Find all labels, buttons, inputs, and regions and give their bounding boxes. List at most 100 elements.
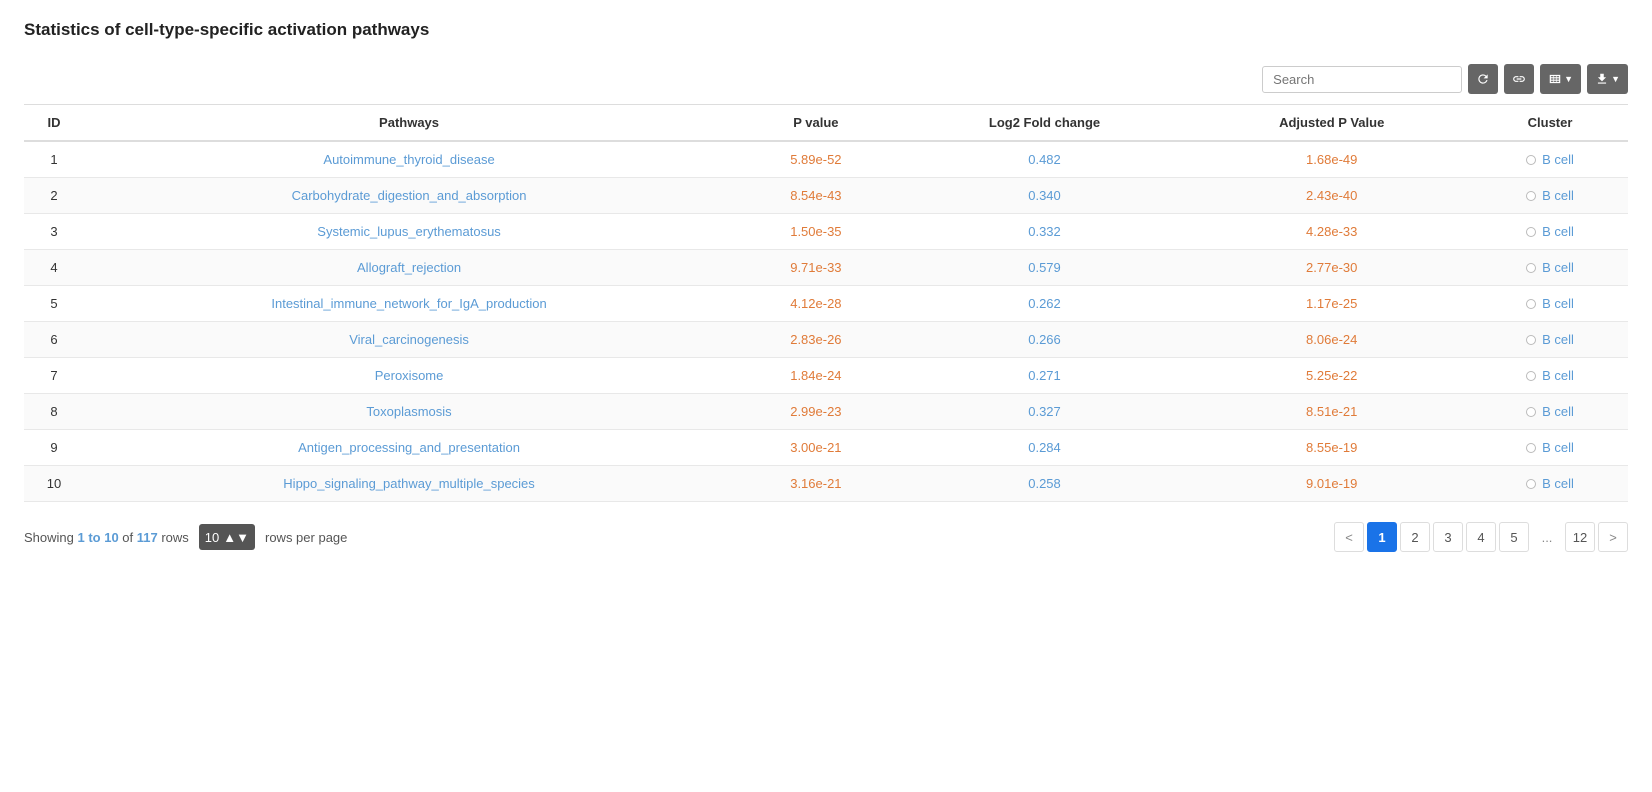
rows-per-page-label: rows per page [265,530,347,545]
cell-pvalue: 3.00e-21 [734,430,898,466]
pagination-ellipsis: ... [1532,522,1562,552]
cell-adjpvalue: 1.68e-49 [1191,141,1472,178]
cluster-label: B cell [1542,368,1574,383]
cell-pathway[interactable]: Hippo_signaling_pathway_multiple_species [84,466,734,502]
showing-text: Showing 1 to 10 of 117 rows [24,530,189,545]
table-row: 1 Autoimmune_thyroid_disease 5.89e-520.482… [24,141,1628,178]
cluster-label: B cell [1542,440,1574,455]
toolbar: ▼ ▼ [24,64,1628,94]
cell-adjpvalue: 2.43e-40 [1191,178,1472,214]
cell-pathway[interactable]: Systemic_lupus_erythematosus [84,214,734,250]
pathway-link[interactable]: Antigen_processing_and_presentation [298,440,520,455]
pagination-page-12[interactable]: 12 [1565,522,1595,552]
showing-total: 117 [137,530,158,545]
pathway-link[interactable]: Carbohydrate_digestion_and_absorption [292,188,527,203]
cell-cluster: B cell [1472,178,1628,214]
showing-range: 1 to 10 [77,530,118,545]
table-row: 2Carbohydrate_digestion_and_absorption8.… [24,178,1628,214]
col-header-pvalue: P value [734,105,898,142]
cluster-circle-icon [1526,155,1536,165]
cluster-label: B cell [1542,152,1574,167]
cell-log2fc: 0.340 [898,178,1192,214]
cell-cluster: B cell [1472,214,1628,250]
pathway-link[interactable]: Autoimmune_thyroid_disease [323,152,494,167]
cell-pvalue: 4.12e-28 [734,286,898,322]
cell-log2fc: 0.258 [898,466,1192,502]
cell-id: 2 [24,178,84,214]
footer-left: Showing 1 to 10 of 117 rows 10 ▲▼ rows p… [24,524,347,550]
table-header-row: ID Pathways P value Log2 Fold change Adj… [24,105,1628,142]
download-chevron: ▼ [1611,74,1620,84]
cluster-circle-icon [1526,479,1536,489]
cell-pathway[interactable]: Viral_carcinogenesis [84,322,734,358]
cell-cluster: B cell [1472,250,1628,286]
cluster-label: B cell [1542,224,1574,239]
refresh-button[interactable] [1468,64,1498,94]
pagination-page-2[interactable]: 2 [1400,522,1430,552]
cell-log2fc: 0.579 [898,250,1192,286]
cell-adjpvalue: 5.25e-22 [1191,358,1472,394]
cell-pvalue: 5.89e-52 [734,141,898,178]
pagination-page-1[interactable]: 1 [1367,522,1397,552]
cell-adjpvalue: 8.06e-24 [1191,322,1472,358]
cell-adjpvalue: 2.77e-30 [1191,250,1472,286]
pathway-link[interactable]: Systemic_lupus_erythematosus [317,224,501,239]
cluster-label: B cell [1542,332,1574,347]
pagination-next[interactable]: > [1598,522,1628,552]
cluster-label: B cell [1542,476,1574,491]
cell-id: 8 [24,394,84,430]
cell-pathway[interactable]: Autoimmune_thyroid_disease [84,141,734,178]
cell-id: 3 [24,214,84,250]
cell-id: 1 [24,141,84,178]
cell-pathway[interactable]: Antigen_processing_and_presentation [84,430,734,466]
pathway-link[interactable]: Hippo_signaling_pathway_multiple_species [283,476,535,491]
cell-id: 5 [24,286,84,322]
cell-cluster: B cell [1472,141,1628,178]
cell-cluster: B cell [1472,286,1628,322]
pagination: < 1 2 3 4 5 ... 12 > [1334,522,1628,552]
table-row: 5 Intestinal_immune_network_for_IgA_produ… [24,286,1628,322]
cell-log2fc: 0.332 [898,214,1192,250]
pagination-page-4[interactable]: 4 [1466,522,1496,552]
pathway-link[interactable]: Allograft_rejection [357,260,461,275]
pathway-link[interactable]: Viral_carcinogenesis [349,332,469,347]
cell-pathway[interactable]: Allograft_rejection [84,250,734,286]
rows-per-page-selector[interactable]: 10 ▲▼ [199,524,255,550]
download-button[interactable]: ▼ [1587,64,1628,94]
pagination-prev[interactable]: < [1334,522,1364,552]
pathway-link[interactable]: Peroxisome [375,368,444,383]
cell-pathway[interactable]: Carbohydrate_digestion_and_absorption [84,178,734,214]
cell-id: 7 [24,358,84,394]
cluster-circle-icon [1526,191,1536,201]
col-header-cluster: Cluster [1472,105,1628,142]
table-row: 8Toxoplasmosis2.99e-230.3278.51e-21B cel… [24,394,1628,430]
cell-adjpvalue: 8.51e-21 [1191,394,1472,430]
cell-pathway[interactable]: Peroxisome [84,358,734,394]
columns-chevron: ▼ [1564,74,1573,84]
pagination-page-5[interactable]: 5 [1499,522,1529,552]
cell-log2fc: 0.482 [898,141,1192,178]
col-header-log2fc: Log2 Fold change [898,105,1192,142]
cell-pathway[interactable]: Intestinal_immune_network_for_IgA_produc… [84,286,734,322]
columns-button[interactable]: ▼ [1540,64,1581,94]
cell-cluster: B cell [1472,430,1628,466]
search-input[interactable] [1262,66,1462,93]
cell-cluster: B cell [1472,466,1628,502]
col-header-adjpvalue: Adjusted P Value [1191,105,1472,142]
cluster-circle-icon [1526,227,1536,237]
pagination-page-3[interactable]: 3 [1433,522,1463,552]
rows-per-page-value: 10 [205,530,219,545]
cell-cluster: B cell [1472,322,1628,358]
cell-id: 6 [24,322,84,358]
cell-id: 10 [24,466,84,502]
cell-pvalue: 3.16e-21 [734,466,898,502]
cell-log2fc: 0.262 [898,286,1192,322]
pathway-link[interactable]: Toxoplasmosis [366,404,451,419]
link-button[interactable] [1504,64,1534,94]
cell-cluster: B cell [1472,358,1628,394]
cell-pathway[interactable]: Toxoplasmosis [84,394,734,430]
cell-pvalue: 2.99e-23 [734,394,898,430]
cluster-circle-icon [1526,443,1536,453]
pathway-link[interactable]: Intestinal_immune_network_for_IgA_produc… [271,296,546,311]
cluster-label: B cell [1542,188,1574,203]
